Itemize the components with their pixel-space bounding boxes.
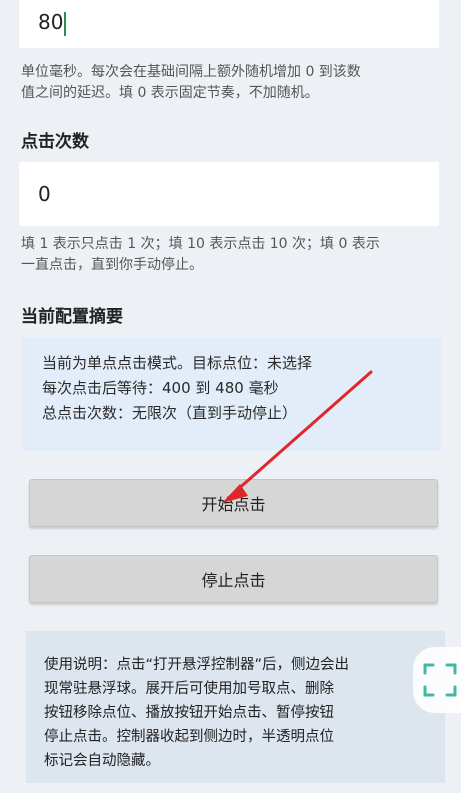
annotation-arrow <box>222 370 373 503</box>
